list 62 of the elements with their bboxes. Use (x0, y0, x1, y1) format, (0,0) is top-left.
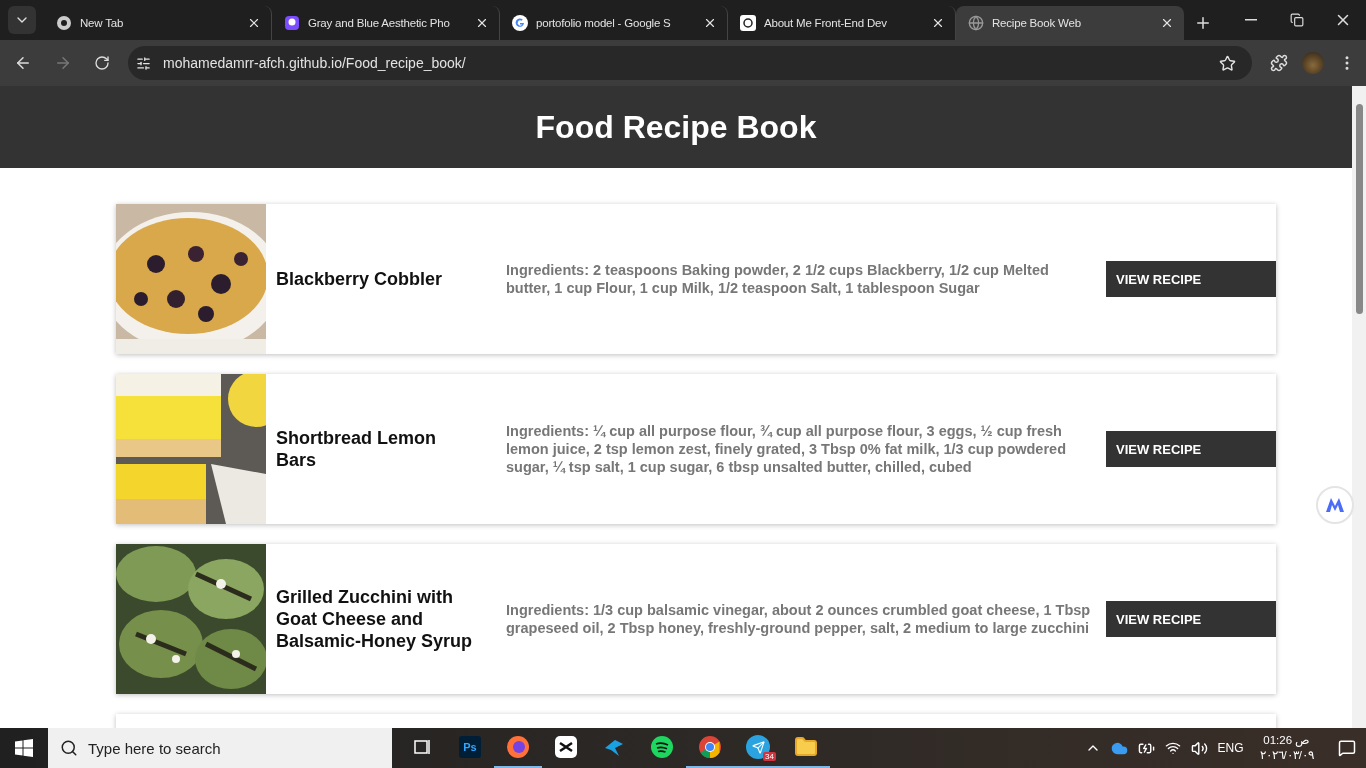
site-settings-icon[interactable] (136, 55, 151, 71)
bookmark-star-icon[interactable] (1219, 54, 1236, 72)
ingredients-text: Ingredients: 2 teaspoons Baking powder, 2 1/2 cups Blackberry, 1/2 cup Melted butter, 1 cup Flour, 1 cup Milk, 1/2 teaspoon Salt, 1 tablespoon Sugar (506, 261, 1050, 297)
tab-title: New Tab (80, 17, 125, 29)
tab-search-button[interactable] (8, 6, 36, 34)
close-icon[interactable] (1160, 16, 1174, 30)
m-logo-icon (1325, 498, 1345, 512)
url-text: mohamedamrr-afch.github.io/Food_recipe_book/ (163, 55, 467, 71)
task-view-icon (412, 738, 432, 756)
view-recipe-button[interactable]: VIEW RECIPE (1106, 431, 1276, 467)
recipe-name: Blackberry Cobbler (275, 268, 444, 290)
assistant-button[interactable] (1316, 486, 1354, 524)
recipe-name: Grilled Zucchini with Goat Cheese and Balsamic-Honey Syrup (275, 586, 474, 652)
tab-title: Recipe Book Web (992, 17, 1082, 29)
chrome-icon (698, 735, 722, 759)
language-indicator[interactable]: ENG (1217, 741, 1244, 755)
view-recipe-button[interactable]: VIEW RECIPE (1106, 601, 1276, 637)
taskbar-app-button[interactable]: Ps (446, 728, 494, 768)
notification-badge: 34 (763, 752, 776, 761)
capcut-icon (555, 736, 577, 758)
minimize-icon (1245, 19, 1257, 21)
volume-icon[interactable] (1190, 739, 1208, 757)
tab-title: About Me Front-End Dev (764, 17, 888, 29)
recipe-name: Shortbread Lemon Bars (275, 427, 437, 471)
scrollbar[interactable] (1352, 86, 1366, 728)
date-text: ٢٠٢٦/٠٣/٠٩ (1259, 748, 1314, 763)
taskbar-app-button[interactable]: 34 (734, 728, 782, 768)
plus-icon (1194, 14, 1212, 32)
search-placeholder: Type here to search (88, 739, 221, 757)
close-icon[interactable] (931, 16, 945, 30)
view-recipe-button[interactable]: VIEW RECIPE (1106, 261, 1276, 297)
photoshop-icon: Ps (459, 736, 481, 758)
chrome-icon (56, 15, 72, 31)
time-text: 01:26 ص (1263, 733, 1311, 748)
taskbar-search-field[interactable]: Type here to search (48, 728, 392, 768)
firefox-icon (506, 735, 530, 759)
folder-icon (794, 735, 818, 759)
close-icon[interactable] (475, 16, 489, 30)
close-icon[interactable] (703, 16, 717, 30)
ingredients-text: Ingredients: 1/3 cup balsamic vinegar, about 2 ounces crumbled goat cheese, 1 Tbsp grapeseed oil, 2 Tbsp honey, freshly-ground pepper, salt, 2 medium to large zucchini (506, 601, 1092, 637)
google-icon (512, 15, 528, 31)
ingredients-text: Ingredients: ¼ cup all purpose flour, ¾ cup all purpose flour, 3 eggs, ½ cup fresh lemon juice, 2 tsp lemon zest, finely grated, 3 Tbsp 0% fat milk, 1/3 cup powdered sugar, ¼ tsp salt, 1 cup sugar, 6 tbsp unsalted butter, chilled, cubed (506, 422, 1067, 476)
clock[interactable]: 01:26 ص ٢٠٢٦/٠٣/٠٩ (1259, 733, 1314, 763)
tab-title: Gray and Blue Aesthetic Pho (308, 17, 451, 29)
notifications-icon[interactable] (1338, 739, 1356, 757)
spotify-icon (650, 735, 674, 759)
globe-icon (968, 15, 984, 31)
restore-icon (1290, 13, 1304, 27)
extensions-icon[interactable] (1270, 54, 1288, 72)
wifi-icon[interactable] (1164, 740, 1181, 756)
paper-plane-icon (751, 740, 765, 754)
search-icon (60, 739, 78, 757)
app-icon (284, 15, 300, 31)
forward-arrow-icon (54, 54, 72, 72)
reload-icon (94, 55, 110, 71)
windows-icon (15, 739, 33, 757)
close-icon[interactable] (247, 16, 261, 30)
address-bar[interactable]: mohamedamrr-afch.github.io/Food_recipe_book/ (128, 46, 1252, 80)
browser-tab[interactable]: Recipe Book Web (956, 6, 1184, 40)
tab-title: portofolio model - Google S (536, 17, 672, 29)
page-title: Food Recipe Book (535, 108, 817, 146)
new-tab-button[interactable] (1194, 14, 1212, 32)
